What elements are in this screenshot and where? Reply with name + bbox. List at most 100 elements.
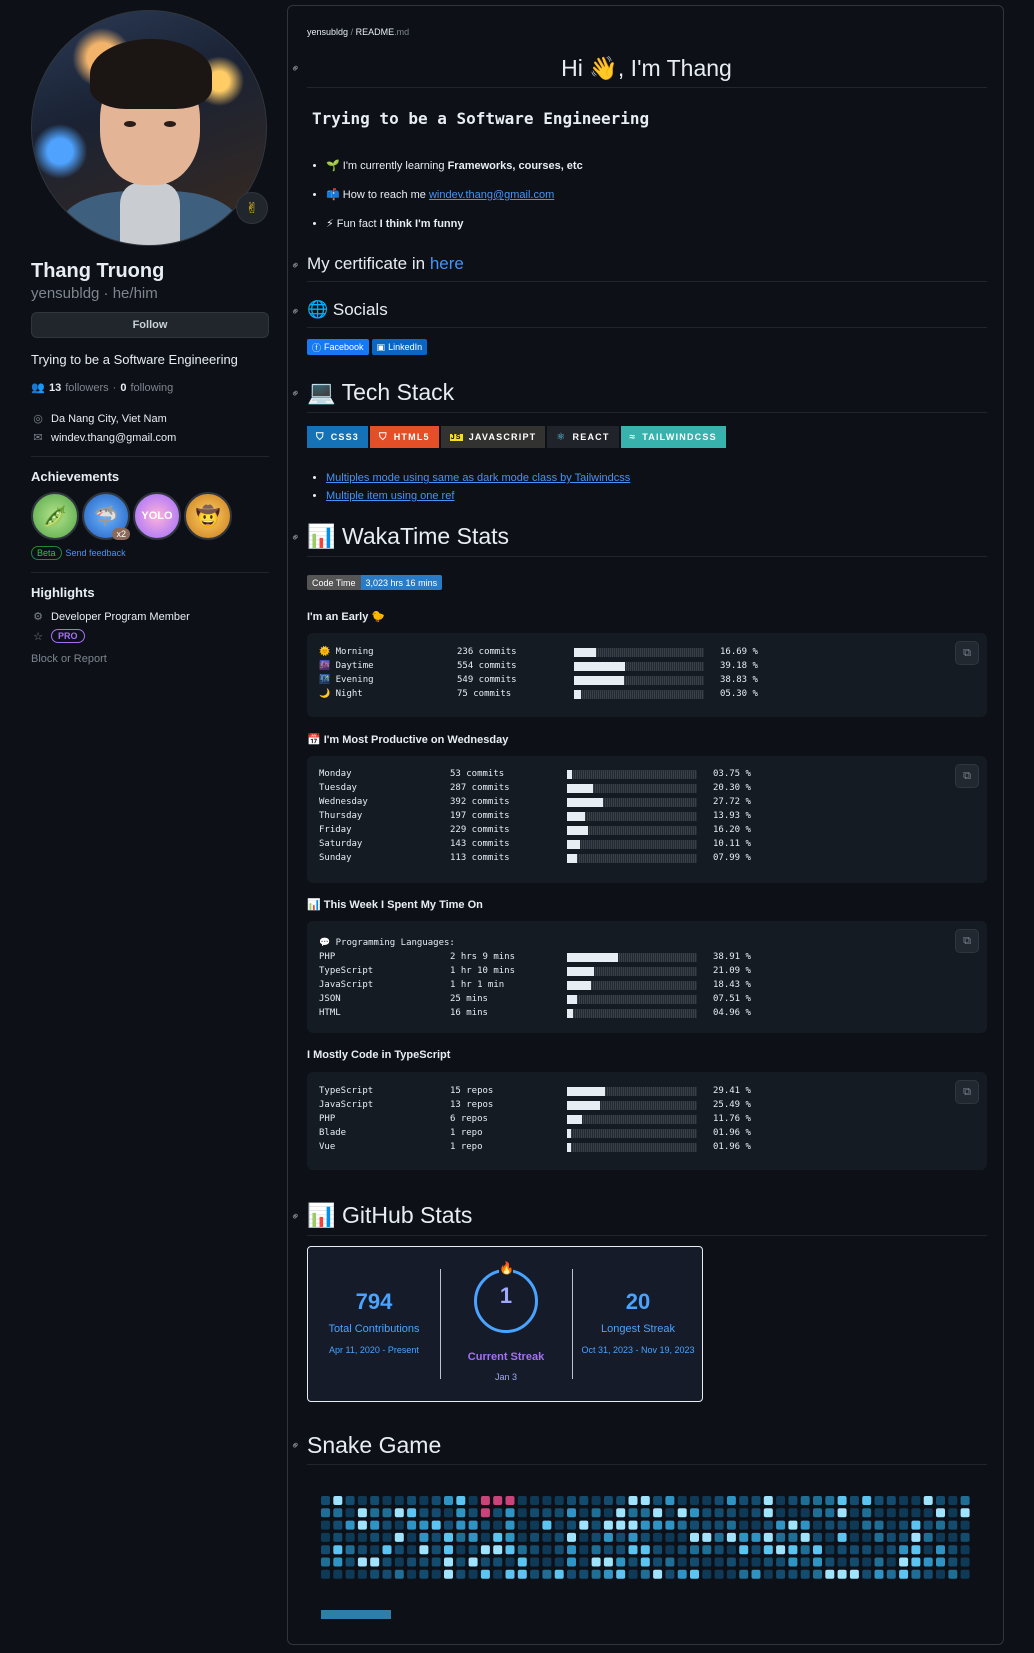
contribution-cell	[628, 1545, 638, 1555]
following-count[interactable]: 0	[120, 382, 126, 394]
contribution-cell	[653, 1496, 663, 1505]
tech-stack-heading: 💻 Tech Stack	[307, 379, 455, 405]
contribution-cell	[874, 1496, 884, 1505]
repo-row: Blade 1 repo 01.96 %	[319, 1127, 979, 1140]
progress-fill	[567, 981, 591, 990]
row-value: 287 commits	[450, 783, 510, 793]
progress-bar	[567, 981, 697, 990]
divider	[307, 1464, 987, 1465]
achievement-shark-icon[interactable]: 🦈 x2	[82, 492, 130, 540]
contribution-cell	[726, 1496, 736, 1505]
contribution-cell	[739, 1532, 749, 1542]
weekday-row: Monday 53 commits 03.75 %	[319, 768, 979, 781]
anchor-link-icon[interactable]: ⚭	[288, 530, 303, 545]
contribution-cell	[874, 1520, 884, 1530]
anchor-link-icon[interactable]: ⚭	[288, 386, 303, 401]
contribution-cell	[849, 1496, 859, 1505]
anchor-link-icon[interactable]: ⚭	[288, 304, 303, 319]
developer-program-text[interactable]: Developer Program Member	[51, 611, 190, 623]
contribution-cell	[899, 1569, 909, 1579]
code-time-badge[interactable]: Code Time 3,023 hrs 16 mins	[307, 575, 443, 590]
achievement-cowboy-icon[interactable]: 🤠	[184, 492, 232, 540]
contribution-cell	[874, 1508, 884, 1518]
tech-link[interactable]: Multiple item using one ref	[326, 490, 454, 502]
certificate-link[interactable]: here	[430, 254, 464, 273]
repo-row: JavaScript 13 repos 25.49 %	[319, 1099, 979, 1112]
flame-icon: 🔥	[499, 1261, 514, 1275]
linkedin-badge[interactable]: ▣ LinkedIn	[371, 339, 428, 355]
copy-icon[interactable]: ⧉	[955, 929, 979, 953]
contribution-cell	[517, 1508, 527, 1518]
followers-label[interactable]: followers	[65, 382, 108, 394]
contribution-cell	[603, 1496, 613, 1505]
contribution-cell	[493, 1508, 503, 1518]
contribution-cell	[714, 1545, 724, 1555]
achievement-yolo-icon[interactable]: YOLO	[133, 492, 181, 540]
contribution-cell	[431, 1520, 441, 1530]
contribution-cell	[788, 1496, 798, 1505]
longest-streak-range: Oct 31, 2023 - Nov 19, 2023	[581, 1345, 695, 1355]
contribution-cell	[849, 1532, 859, 1542]
block-or-report-link[interactable]: Block or Report	[31, 653, 269, 665]
progress-bar	[567, 953, 697, 962]
contribution-cell	[702, 1545, 712, 1555]
achievement-pea-icon[interactable]: 🫛	[31, 492, 79, 540]
contribution-cell	[530, 1545, 540, 1555]
progress-fill	[574, 662, 625, 671]
progress-fill	[567, 1101, 600, 1110]
email-link[interactable]: windev.thang@gmail.com	[51, 432, 176, 444]
total-contributions-label: Total Contributions	[328, 1323, 420, 1335]
progress-bar	[574, 676, 704, 685]
profile-fullname: Thang Truong	[31, 260, 165, 282]
contribution-cell	[739, 1520, 749, 1530]
anchor-link-icon[interactable]: ⚭	[288, 1209, 303, 1224]
anchor-link-icon[interactable]: ⚭	[288, 1438, 303, 1453]
css3-badge[interactable]: ⛉ CSS3	[307, 426, 369, 448]
contribution-cell	[948, 1569, 958, 1579]
send-feedback-link[interactable]: Send feedback	[66, 548, 126, 558]
contribution-cell	[677, 1532, 687, 1542]
html5-badge[interactable]: ⛉ HTML5	[370, 426, 439, 448]
contribution-cell	[763, 1496, 773, 1505]
breadcrumb-user[interactable]: yensubldg	[307, 27, 348, 37]
progress-bar	[574, 690, 704, 699]
tech-link[interactable]: Multiples mode using same as dark mode c…	[326, 472, 630, 484]
row-percent: 05.30 %	[720, 689, 758, 699]
follow-button[interactable]: Follow	[31, 312, 269, 338]
total-contributions: 794 Total Contributions Apr 11, 2020 - P…	[308, 1247, 440, 1403]
progress-bar	[567, 812, 697, 821]
contribution-cell	[726, 1508, 736, 1518]
contribution-cell	[542, 1557, 552, 1567]
contribution-cell	[407, 1496, 417, 1505]
contribution-cell	[911, 1508, 921, 1518]
react-badge[interactable]: ⚛ REACT	[547, 426, 619, 448]
avatar[interactable]	[31, 10, 267, 246]
email-link[interactable]: windev.thang@gmail.com	[429, 189, 554, 201]
contribution-cell	[899, 1557, 909, 1567]
contribution-cell	[800, 1496, 810, 1505]
contribution-cell	[837, 1520, 847, 1530]
contribution-cell	[739, 1545, 749, 1555]
progress-bar	[574, 648, 704, 657]
contribution-cell	[813, 1545, 822, 1555]
contribution-cell	[911, 1496, 921, 1505]
contribution-cell	[530, 1569, 540, 1579]
contribution-cell	[948, 1520, 958, 1530]
following-label[interactable]: following	[130, 382, 173, 394]
tailwindcss-badge[interactable]: ≈ TAILWINDCSS	[620, 426, 726, 448]
status-emoji-icon[interactable]: ✌	[236, 192, 268, 224]
followers-count[interactable]: 13	[49, 382, 61, 394]
contribution-cell	[419, 1496, 429, 1505]
anchor-link-icon[interactable]: ⚭	[288, 258, 303, 273]
contribution-cell	[899, 1508, 909, 1518]
row-percent: 13.93 %	[713, 811, 751, 821]
contribution-cell	[517, 1569, 527, 1579]
contribution-cell	[357, 1520, 367, 1530]
row-name: 🌃 Evening	[319, 675, 374, 685]
contribution-cell	[370, 1532, 380, 1542]
javascript-badge[interactable]: JS JAVASCRIPT	[440, 426, 546, 448]
contribution-cell	[874, 1545, 884, 1555]
facebook-badge[interactable]: ⓕ Facebook	[307, 339, 369, 355]
divider	[307, 556, 987, 557]
contribution-cell	[653, 1545, 663, 1555]
